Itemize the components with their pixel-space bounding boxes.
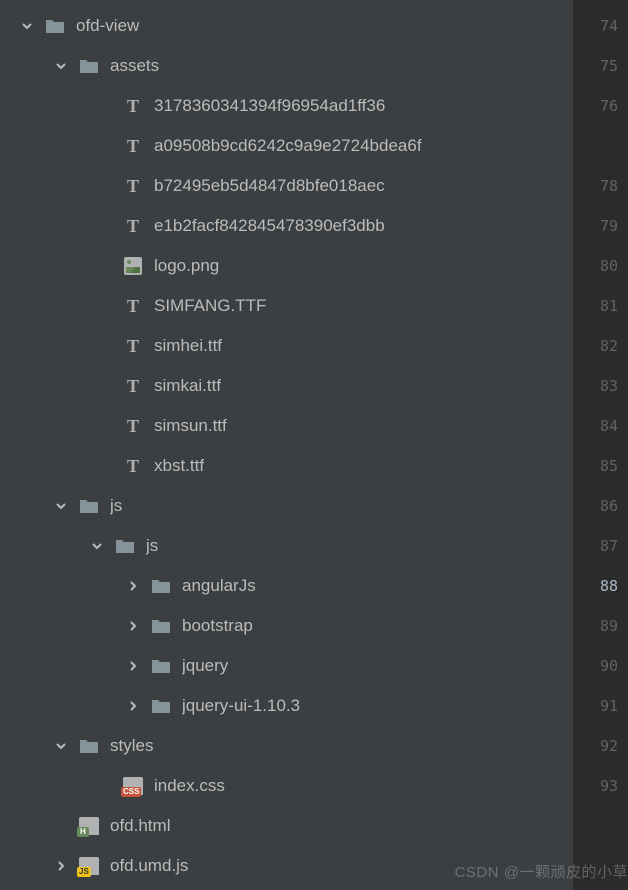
font-file-icon: T (122, 295, 144, 317)
line-number: 91 (573, 686, 618, 726)
file-label: simsun.ttf (154, 416, 227, 436)
line-number: 78 (573, 166, 618, 206)
file-label: simhei.ttf (154, 336, 222, 356)
line-number: 84 (573, 406, 618, 446)
tree-file-font[interactable]: T simkai.ttf (0, 366, 573, 406)
tree-folder-jquery[interactable]: jquery (0, 646, 573, 686)
folder-label: jquery-ui-1.10.3 (182, 696, 300, 716)
chevron-right-icon (124, 697, 142, 715)
folder-label: js (110, 496, 122, 516)
line-number: 82 (573, 326, 618, 366)
file-label: e1b2facf842845478390ef3dbb (154, 216, 385, 236)
chevron-down-icon (52, 497, 70, 515)
tree-folder-ofd-view[interactable]: ofd-view (0, 6, 573, 46)
tree-folder-js[interactable]: js (0, 486, 573, 526)
css-file-icon: CSS (122, 775, 144, 797)
line-number: 85 (573, 446, 618, 486)
folder-label: assets (110, 56, 159, 76)
folder-icon (150, 615, 172, 637)
font-file-icon: T (122, 375, 144, 397)
tree-file-font[interactable]: T 3178360341394f96954ad1ff36 (0, 86, 573, 126)
folder-label: js (146, 536, 158, 556)
line-number: 92 (573, 726, 618, 766)
line-number: 74 (573, 6, 618, 46)
line-number (573, 806, 618, 846)
chevron-right-icon (124, 577, 142, 595)
tree-folder-assets[interactable]: assets (0, 46, 573, 86)
file-label: logo.png (154, 256, 219, 276)
file-label: b72495eb5d4847d8bfe018aec (154, 176, 385, 196)
folder-icon (150, 695, 172, 717)
file-tree-panel: ofd-view assets T 3178360341394f96954ad1… (0, 0, 573, 890)
tree-folder-jquery-ui[interactable]: jquery-ui-1.10.3 (0, 686, 573, 726)
line-number: 89 (573, 606, 618, 646)
folder-label: jquery (182, 656, 228, 676)
tree-file-image[interactable]: logo.png (0, 246, 573, 286)
html-file-icon: H (78, 815, 100, 837)
file-label: a09508b9cd6242c9a9e2724bdea6f (154, 136, 422, 156)
chevron-down-icon (88, 537, 106, 555)
js-file-icon: JS (78, 855, 100, 877)
tree-folder-bootstrap[interactable]: bootstrap (0, 606, 573, 646)
tree-file-font[interactable]: T b72495eb5d4847d8bfe018aec (0, 166, 573, 206)
chevron-right-icon (124, 617, 142, 635)
font-file-icon: T (122, 175, 144, 197)
folder-label: bootstrap (182, 616, 253, 636)
image-file-icon (122, 255, 144, 277)
folder-label: styles (110, 736, 153, 756)
file-label: index.css (154, 776, 225, 796)
line-number: 87 (573, 526, 618, 566)
tree-file-js[interactable]: JS ofd.umd.js (0, 846, 573, 886)
file-label: SIMFANG.TTF (154, 296, 266, 316)
folder-icon (78, 735, 100, 757)
line-number: 76 (573, 86, 618, 126)
chevron-down-icon (18, 17, 36, 35)
line-number: 75 (573, 46, 618, 86)
line-number (573, 126, 618, 166)
font-file-icon: T (122, 455, 144, 477)
tree-file-font[interactable]: T xbst.ttf (0, 446, 573, 486)
line-number-gutter: 74 75 76 78 79 80 81 82 83 84 85 86 87 8… (573, 0, 628, 890)
folder-icon (44, 15, 66, 37)
file-label: simkai.ttf (154, 376, 221, 396)
tree-file-font[interactable]: T a09508b9cd6242c9a9e2724bdea6f (0, 126, 573, 166)
tree-file-font[interactable]: T simhei.ttf (0, 326, 573, 366)
file-label: xbst.ttf (154, 456, 204, 476)
font-file-icon: T (122, 95, 144, 117)
line-number: 79 (573, 206, 618, 246)
font-file-icon: T (122, 415, 144, 437)
folder-label: ofd-view (76, 16, 139, 36)
tree-file-font[interactable]: T simsun.ttf (0, 406, 573, 446)
file-label: ofd.html (110, 816, 170, 836)
line-number: 93 (573, 766, 618, 806)
line-number: 81 (573, 286, 618, 326)
folder-label: angularJs (182, 576, 256, 596)
tree-file-css[interactable]: CSS index.css (0, 766, 573, 806)
chevron-right-icon (52, 857, 70, 875)
folder-icon (78, 55, 100, 77)
font-file-icon: T (122, 335, 144, 357)
folder-icon (114, 535, 136, 557)
folder-icon (150, 655, 172, 677)
chevron-right-icon (124, 657, 142, 675)
tree-file-font[interactable]: T SIMFANG.TTF (0, 286, 573, 326)
font-file-icon: T (122, 215, 144, 237)
tree-folder-js-inner[interactable]: js (0, 526, 573, 566)
line-number: 86 (573, 486, 618, 526)
file-label: 3178360341394f96954ad1ff36 (154, 96, 385, 116)
tree-folder-angularjs[interactable]: angularJs (0, 566, 573, 606)
chevron-down-icon (52, 737, 70, 755)
tree-file-font[interactable]: T e1b2facf842845478390ef3dbb (0, 206, 573, 246)
file-label: ofd.umd.js (110, 856, 188, 876)
folder-icon (150, 575, 172, 597)
line-number: 83 (573, 366, 618, 406)
font-file-icon: T (122, 135, 144, 157)
tree-file-html[interactable]: H ofd.html (0, 806, 573, 846)
folder-icon (78, 495, 100, 517)
chevron-down-icon (52, 57, 70, 75)
line-number: 88 (573, 566, 618, 606)
line-number: 80 (573, 246, 618, 286)
line-number: 90 (573, 646, 618, 686)
tree-folder-styles[interactable]: styles (0, 726, 573, 766)
